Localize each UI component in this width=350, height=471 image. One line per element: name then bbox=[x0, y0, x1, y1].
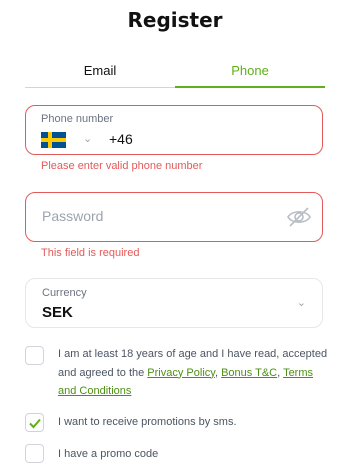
bonus-tc-link[interactable]: Bonus T&C bbox=[221, 367, 277, 379]
currency-value: SEK bbox=[42, 304, 73, 321]
register-tabs: Email Phone bbox=[25, 58, 325, 88]
tab-phone[interactable]: Phone bbox=[175, 58, 325, 88]
password-error-message: This field is required bbox=[41, 247, 140, 259]
age-terms-checkbox[interactable] bbox=[25, 346, 44, 365]
password-placeholder: Password bbox=[42, 208, 104, 224]
sweden-flag-icon[interactable] bbox=[41, 132, 66, 148]
chevron-down-icon: ⌄ bbox=[296, 297, 306, 309]
chevron-down-icon[interactable]: ⌄ bbox=[83, 132, 92, 145]
tab-email[interactable]: Email bbox=[25, 58, 175, 88]
dial-code: +46 bbox=[109, 131, 133, 147]
sms-promotions-label: I want to receive promotions by sms. bbox=[58, 416, 237, 428]
eye-off-icon[interactable] bbox=[286, 205, 312, 229]
checkmark-icon bbox=[29, 418, 41, 429]
currency-label: Currency bbox=[42, 287, 87, 299]
age-terms-text: I am at least 18 years of age and I have… bbox=[58, 348, 328, 397]
password-field[interactable]: Password bbox=[25, 192, 323, 242]
page-title: Register bbox=[127, 8, 223, 32]
promo-code-checkbox[interactable] bbox=[25, 444, 44, 463]
sms-promotions-checkbox[interactable] bbox=[25, 413, 44, 432]
privacy-policy-link[interactable]: Privacy Policy bbox=[147, 367, 215, 379]
phone-number-label: Phone number bbox=[41, 113, 114, 125]
phone-number-field[interactable]: Phone number ⌄ +46 bbox=[25, 105, 323, 155]
phone-error-message: Please enter valid phone number bbox=[41, 160, 203, 172]
promo-code-label: I have a promo code bbox=[58, 448, 159, 460]
currency-select[interactable]: Currency SEK ⌄ bbox=[25, 278, 323, 328]
